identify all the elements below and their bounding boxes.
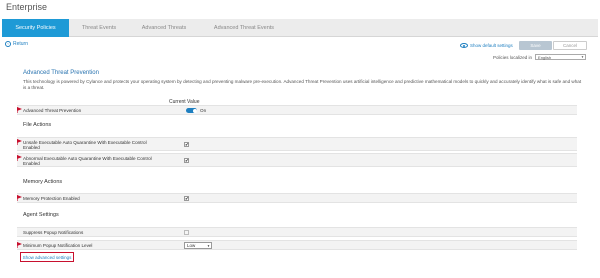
atp-toggle[interactable] bbox=[186, 108, 197, 113]
memory-actions-heading: Memory Actions bbox=[23, 179, 63, 185]
setting-row-atp: Advanced Threat Prevention On bbox=[17, 105, 577, 115]
agent-settings-heading: Agent Settings bbox=[23, 212, 59, 218]
setting-row-suppress-popup: Suppress Popup Notifications bbox=[17, 227, 577, 237]
setting-label: Memory Protection Enabled bbox=[23, 196, 80, 201]
tab-advanced-threat-events[interactable]: Advanced Threat Events bbox=[199, 19, 289, 37]
return-label: Return bbox=[13, 41, 29, 47]
setting-row-unsafe-quarantine: Unsafe Executable Auto Quarantine With E… bbox=[17, 137, 577, 151]
flag-icon bbox=[17, 107, 22, 113]
localized-label: Policies localized in bbox=[493, 54, 533, 60]
tab-bar: Security Policies Threat Events Advanced… bbox=[2, 19, 598, 37]
file-actions-heading: File Actions bbox=[23, 122, 52, 128]
flag-icon bbox=[17, 242, 22, 248]
language-value: English bbox=[538, 54, 552, 60]
show-default-settings-link[interactable]: Show default settings bbox=[460, 43, 513, 48]
setting-label: Abnormal Executable Auto Quarantine With… bbox=[23, 156, 152, 166]
cancel-button[interactable]: Cancel bbox=[553, 41, 587, 50]
setting-label: Suppress Popup Notifications bbox=[23, 230, 84, 235]
app-title: Enterprise bbox=[6, 2, 48, 12]
toggle-state-label: On bbox=[200, 108, 207, 113]
setting-row-min-popup-level: Minimum Popup Notification Level Low ▼ bbox=[17, 240, 577, 250]
show-advanced-settings-link[interactable]: Show advanced settings bbox=[20, 252, 74, 262]
localization-control: Policies localized in English ▼ bbox=[493, 54, 587, 60]
setting-label: Unsafe Executable Auto Quarantine With E… bbox=[23, 140, 147, 150]
tab-threat-events[interactable]: Threat Events bbox=[69, 19, 129, 37]
return-link[interactable]: ‹ Return bbox=[5, 41, 28, 47]
flag-icon bbox=[17, 139, 22, 145]
chevron-down-icon: ▼ bbox=[207, 243, 210, 248]
flag-icon bbox=[17, 155, 22, 161]
setting-row-abnormal-quarantine: Abnormal Executable Auto Quarantine With… bbox=[17, 153, 577, 167]
suppress-popup-checkbox[interactable] bbox=[184, 230, 189, 235]
abnormal-quarantine-checkbox[interactable]: ✔ bbox=[184, 158, 189, 163]
section-description: This technology is powered by Cylance an… bbox=[23, 79, 582, 90]
memory-protection-checkbox[interactable]: ✔ bbox=[184, 196, 189, 201]
section-title: Advanced Threat Prevention bbox=[23, 70, 99, 76]
setting-label: Advanced Threat Prevention bbox=[23, 108, 82, 113]
setting-row-memory-protection: Memory Protection Enabled ✔ bbox=[17, 193, 577, 203]
back-arrow-icon: ‹ bbox=[5, 41, 11, 47]
chevron-down-icon: ▼ bbox=[581, 55, 585, 59]
tab-security-policies[interactable]: Security Policies bbox=[2, 19, 69, 37]
tab-advanced-threats[interactable]: Advanced Threats bbox=[129, 19, 199, 37]
flag-icon bbox=[17, 195, 22, 201]
min-popup-level-select[interactable]: Low ▼ bbox=[184, 242, 212, 249]
save-button[interactable]: Save bbox=[519, 41, 552, 50]
eye-icon bbox=[460, 43, 468, 48]
level-value: Low bbox=[187, 243, 196, 248]
language-select[interactable]: English ▼ bbox=[535, 54, 587, 60]
show-default-label: Show default settings bbox=[470, 43, 513, 48]
unsafe-quarantine-checkbox[interactable]: ✔ bbox=[184, 142, 189, 147]
setting-label: Minimum Popup Notification Level bbox=[23, 243, 93, 248]
